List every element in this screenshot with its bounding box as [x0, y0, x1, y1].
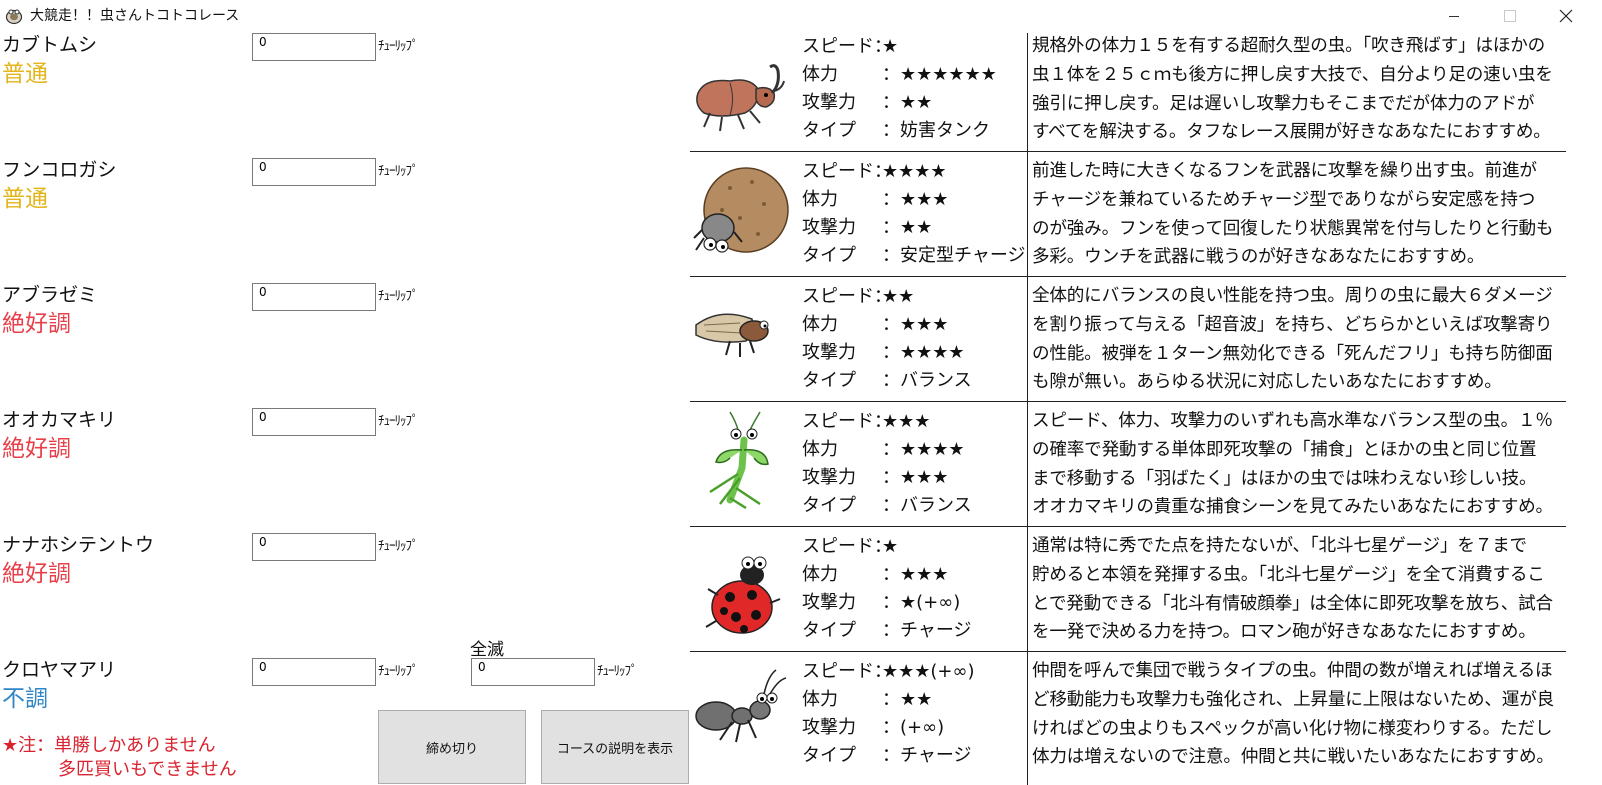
title-bar: 大競走！！虫さんトコトコレース [0, 0, 1602, 32]
profile-kuroyamaari: スピード： ★★★(+∞) 体力 ：★★ 攻撃力 ：(+∞) タイプ ：チャージ 仲間を… [690, 658, 1566, 783]
profile-nanahoshitentou: スピード： ★ 体力 ：★★★ 攻撃力 ：★(+∞) タイプ ：チャージ 通常は特に秀で… [690, 533, 1566, 658]
unit-label: ﾁｭｰﾘｯﾌﾟ [378, 664, 418, 679]
profile-kabutomushi: スピード： ★ 体力 ：★★★★★★ 攻撃力 ：★★ タイプ ：妨害タンク 規格外の体力… [690, 33, 1566, 158]
minimize-icon [1449, 16, 1459, 17]
bug-name: カブトムシ [2, 34, 98, 56]
bet-input[interactable] [252, 33, 376, 61]
unit-label: ﾁｭｰﾘｯﾌﾟ [378, 539, 418, 554]
bet-input[interactable] [252, 658, 376, 686]
description: 規格外の体力１５を有する超耐久型の虫。「吹き飛ばす」はほかの 虫１体を２５ｃｍも後… [1032, 36, 1553, 143]
bug-name: フンコロガシ [2, 159, 117, 181]
bet-input[interactable] [252, 283, 376, 311]
description: スピード、体力、攻撃力のいずれも高水準なバランス型の虫。１％ の確率で発動する単体… [1032, 411, 1553, 518]
profile-funkorogashi: スピード： ★★★★ 体力 ：★★★ 攻撃力 ：★★ タイプ ：安定型チャージ 前進した… [690, 158, 1566, 283]
profile-ookamakiri: スピード： ★★★ 体力 ：★★★★ 攻撃力 ：★★★ タイプ ：バランス スピード、体… [690, 408, 1566, 533]
bug-name: クロヤマアリ [2, 659, 117, 681]
bug-row-funkorogashi: フンコロガシ 普通 ﾁｭｰﾘｯﾌﾟ [0, 158, 690, 278]
note-line1: ★注：単勝しかありません [2, 735, 216, 756]
bet-input[interactable] [252, 408, 376, 436]
bug-row-nanahoshitentou: ナナホシテントウ 絶好調 ﾁｭｰﾘｯﾌﾟ [0, 533, 690, 653]
unit-label: ﾁｭｰﾘｯﾌﾟ [378, 39, 418, 54]
bug-name: アブラゼミ [2, 284, 98, 306]
condition-label: 絶好調 [2, 311, 71, 337]
zenmetsu-input[interactable] [471, 658, 595, 686]
bet-input[interactable] [252, 533, 376, 561]
condition-label: 絶好調 [2, 561, 71, 587]
description: 前進した時に大きくなるフンを武器に攻撃を繰り出す虫。前進が チャージを兼ねているた… [1032, 161, 1554, 268]
unit-label: ﾁｭｰﾘｯﾌﾟ [597, 664, 637, 679]
bet-input[interactable] [252, 158, 376, 186]
unit-label: ﾁｭｰﾘｯﾌﾟ [378, 289, 418, 304]
dung-beetle-image [693, 167, 789, 253]
unit-label: ﾁｭｰﾘｯﾌﾟ [378, 414, 418, 429]
close-button[interactable] [1538, 0, 1594, 32]
profile-aburazemi: スピード： ★★ 体力 ：★★★ 攻撃力 ：★★★★ タイプ ：バランス 全体的にバラン… [690, 283, 1566, 408]
minimize-button[interactable] [1426, 0, 1482, 32]
condition-label: 普通 [2, 186, 48, 212]
description: 全体的にバランスの良い性能を持つ虫。周りの虫に最大６ダメージ を割り振って与える「… [1032, 286, 1553, 393]
close-icon [1559, 9, 1573, 23]
note-line2: 多匹買いもできません [58, 759, 237, 780]
condition-label: 絶好調 [2, 436, 71, 462]
cicada-image [695, 313, 769, 357]
bug-row-ookamakiri: オオカマキリ 絶好調 ﾁｭｰﾘｯﾌﾟ [0, 408, 690, 528]
close-bets-button[interactable]: 締め切り [378, 710, 526, 784]
app-icon [5, 9, 23, 25]
bug-row-kabutomushi: カブトムシ 普通 ﾁｭｰﾘｯﾌﾟ [0, 33, 690, 153]
condition-label: 普通 [2, 61, 48, 87]
condition-label: 不調 [2, 686, 48, 712]
bug-name: ナナホシテントウ [2, 534, 155, 556]
mantis-image [709, 411, 769, 510]
ladybug-image [705, 556, 781, 634]
bug-row-aburazemi: アブラゼミ 絶好調 ﾁｭｰﾘｯﾌﾟ [0, 283, 690, 403]
window-title: 大競走！！虫さんトコトコレース [30, 8, 240, 24]
maximize-icon [1504, 10, 1516, 22]
bug-name: オオカマキリ [2, 409, 117, 431]
description: 仲間を呼んで集団で戦うタイプの虫。仲間の数が増えれば増えるほ ど移動能力も攻撃力も… [1032, 661, 1554, 768]
beetle-image [696, 64, 785, 132]
description: 通常は特に秀でた点を持たないが、「北斗七星ゲージ」を７まで 貯めると本領を発揮する… [1032, 536, 1553, 643]
ant-image [695, 669, 787, 743]
zenmetsu-label: 全滅 [470, 640, 504, 660]
show-course-button[interactable]: コースの説明を表示 [541, 710, 689, 784]
unit-label: ﾁｭｰﾘｯﾌﾟ [378, 164, 418, 179]
maximize-button[interactable] [1482, 0, 1538, 32]
